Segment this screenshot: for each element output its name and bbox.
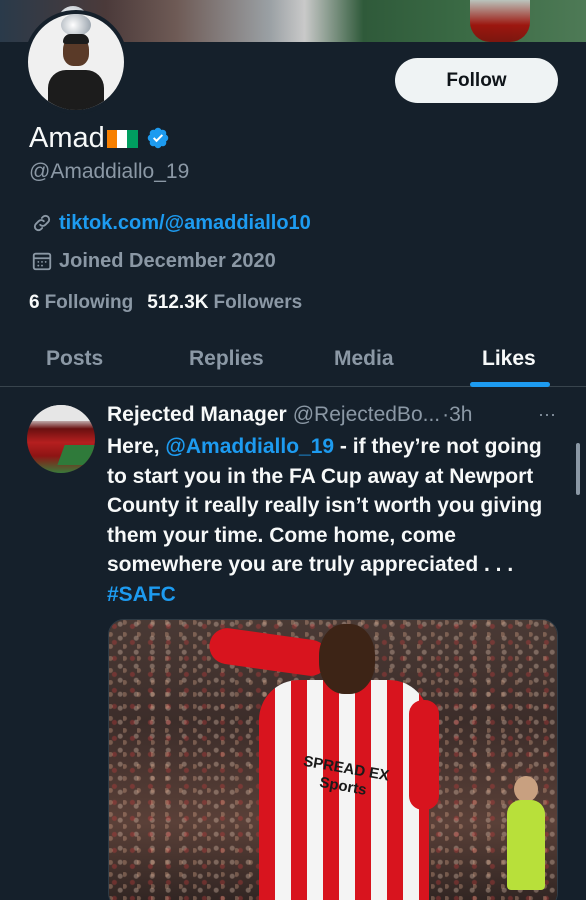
- follow-button[interactable]: Follow: [395, 58, 558, 103]
- banner-figure: [470, 0, 530, 42]
- flag-stripe-orange: [106, 130, 118, 148]
- tweet-author-name[interactable]: Rejected Manager: [107, 403, 287, 427]
- profile-avatar[interactable]: [24, 10, 128, 114]
- media-referee: [507, 800, 545, 890]
- flag-stripe-green: [127, 130, 138, 148]
- avatar-stadium-roof: [27, 405, 95, 421]
- followers-label: Followers: [213, 292, 303, 313]
- profile-stats: 6 Following 512.3K Followers: [29, 289, 302, 317]
- profile-name-row: Amad: [29, 120, 170, 156]
- avatar-ball: [61, 14, 91, 36]
- avatar-hair: [63, 34, 89, 44]
- tab-media[interactable]: Media: [334, 330, 394, 387]
- more-options-icon[interactable]: ···: [538, 404, 558, 424]
- media-player-arm-right: [409, 700, 439, 810]
- tweet-author-avatar[interactable]: [27, 405, 95, 473]
- tweet[interactable]: Rejected Manager @RejectedBo... ·3h ··· …: [0, 388, 586, 900]
- profile-name: Amad: [29, 121, 105, 154]
- ivory-coast-flag-icon: [106, 130, 138, 148]
- tweet-text: Here, @Amaddiallo_19 - if they’re not go…: [107, 432, 567, 609]
- profile-joined-date: Joined December 2020: [59, 249, 276, 272]
- profile-tabs: Posts Replies Media Likes: [0, 330, 586, 387]
- tweet-media-image[interactable]: SPREAD EX Sports: [108, 619, 558, 900]
- tweet-hashtag[interactable]: #SAFC: [107, 583, 176, 606]
- calendar-icon: [32, 252, 52, 271]
- following-count: 6: [29, 292, 40, 313]
- tab-replies[interactable]: Replies: [189, 330, 264, 387]
- following-label: Following: [44, 292, 134, 313]
- active-tab-indicator: [470, 382, 550, 387]
- tweet-mention[interactable]: @Amaddiallo_19: [165, 435, 334, 458]
- flag-stripe-white: [117, 130, 128, 148]
- media-referee-head: [514, 776, 538, 802]
- profile-link[interactable]: tiktok.com/@amaddiallo10: [59, 212, 311, 235]
- tweet-header: Rejected Manager @RejectedBo... ·3h: [107, 400, 472, 430]
- scrollbar[interactable]: [576, 443, 580, 495]
- followers-count: 512.3K: [147, 292, 209, 313]
- media-player-head: [319, 624, 375, 694]
- followers-stat[interactable]: 512.3K Followers: [147, 292, 302, 314]
- verified-badge-icon[interactable]: [146, 126, 170, 150]
- link-icon: [33, 214, 51, 232]
- following-stat[interactable]: 6 Following: [29, 292, 133, 314]
- avatar-stadium-pitch: [57, 445, 95, 465]
- tweet-timestamp[interactable]: ·3h: [442, 403, 472, 427]
- profile-handle: @Amaddiallo_19: [29, 160, 190, 183]
- avatar-body: [48, 70, 104, 110]
- tweet-text-prefix: Here,: [107, 435, 166, 458]
- profile-link-row[interactable]: tiktok.com/@amaddiallo10: [31, 209, 311, 237]
- profile-joined-row: Joined December 2020: [31, 247, 276, 275]
- tab-posts[interactable]: Posts: [46, 330, 103, 387]
- tweet-author-handle[interactable]: @RejectedBo...: [293, 403, 440, 427]
- tab-likes[interactable]: Likes: [482, 330, 536, 387]
